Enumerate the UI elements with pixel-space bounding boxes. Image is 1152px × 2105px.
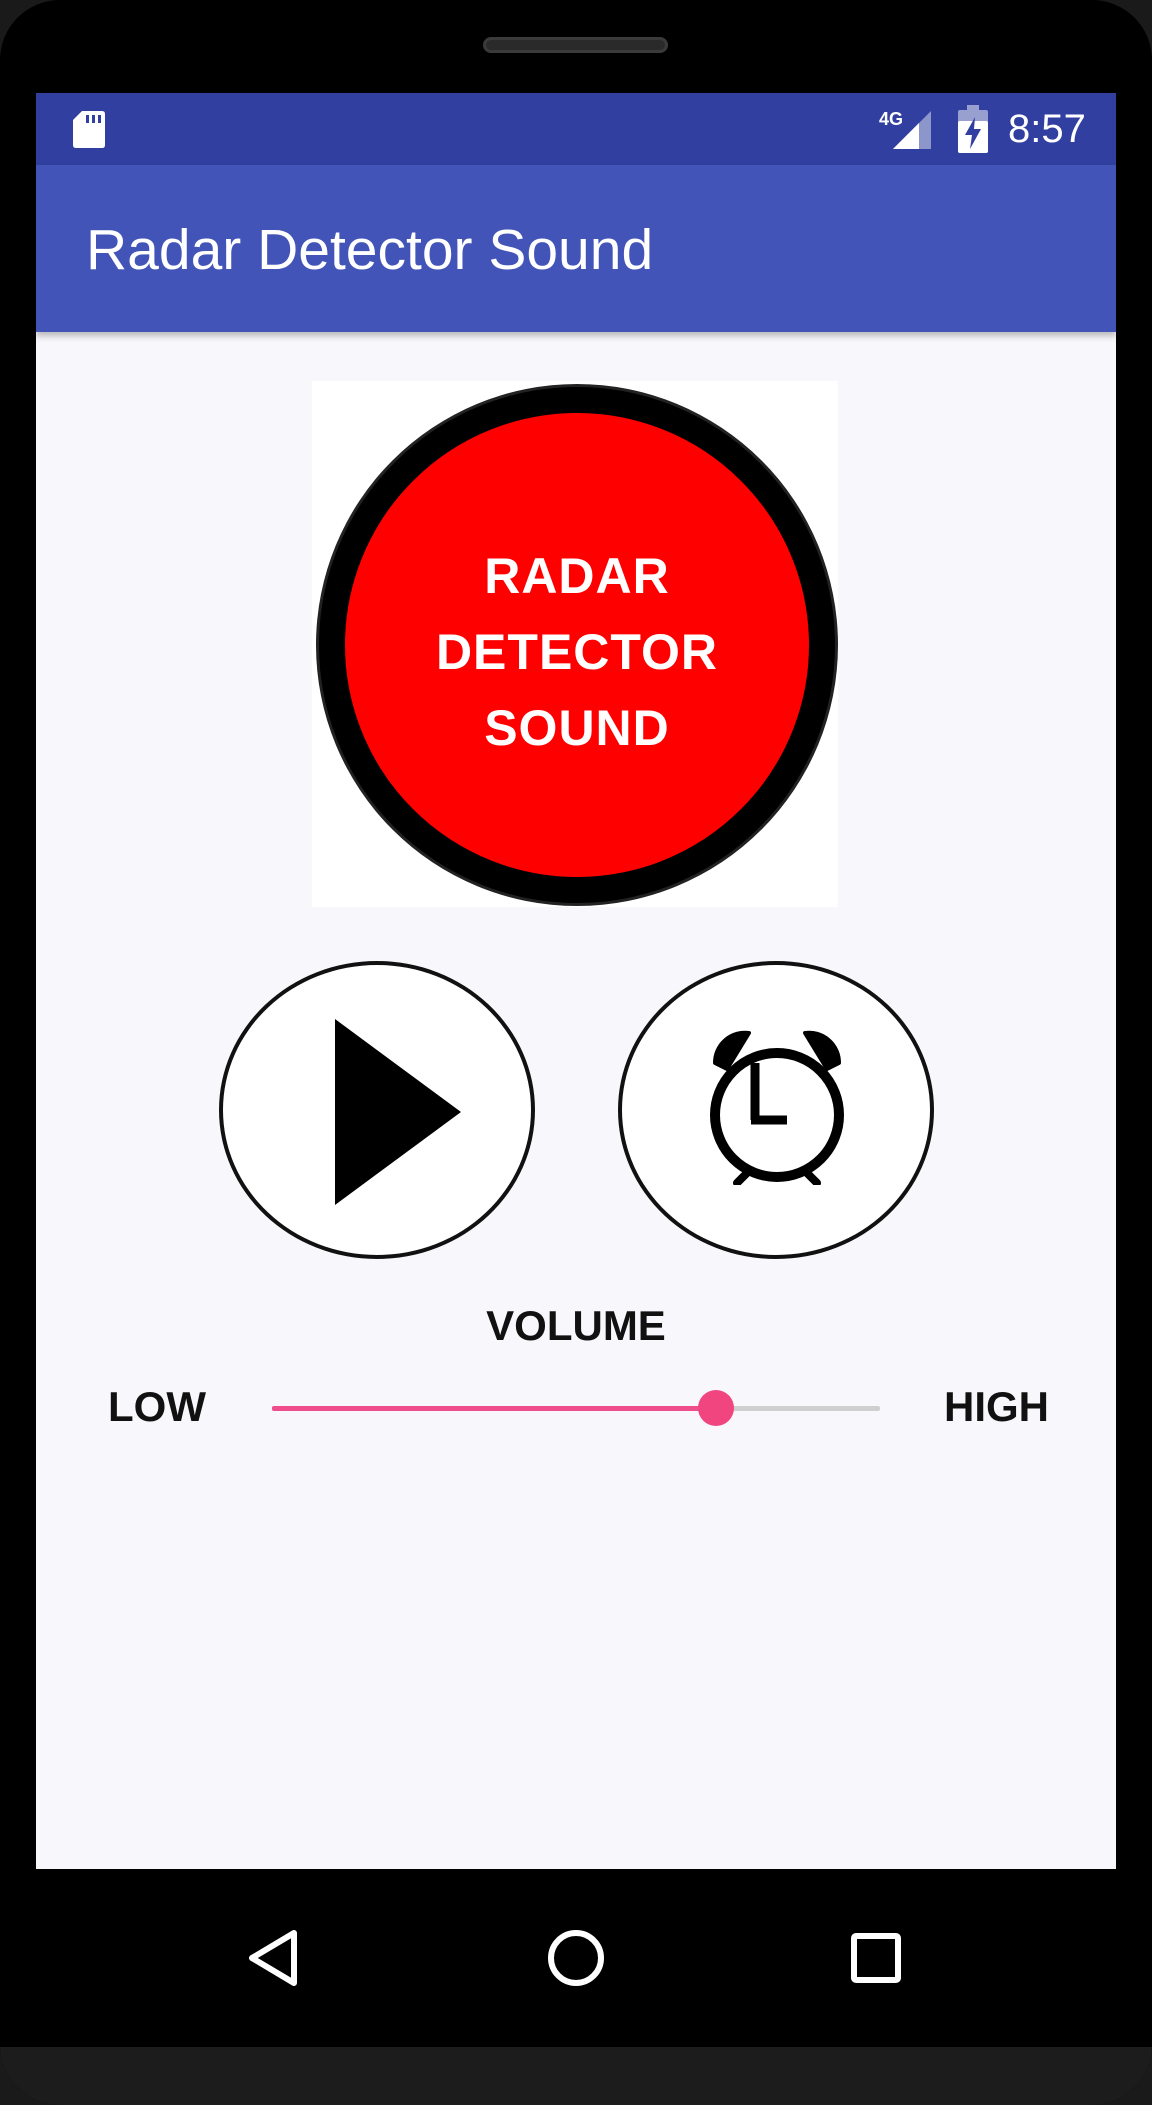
timer-button[interactable] — [618, 961, 934, 1259]
phone-frame: 4G 8:57 Radar Detector Sound RADAR DETEC… — [0, 0, 1152, 2105]
logo-line-1: RADAR — [484, 548, 670, 604]
app-title: Radar Detector Sound — [86, 218, 654, 282]
speaker-grille — [483, 37, 668, 53]
navigation-bar — [0, 1869, 1152, 2047]
volume-low-label: LOW — [108, 1383, 206, 1430]
volume-slider[interactable] — [272, 1390, 880, 1426]
screen: 4G 8:57 Radar Detector Sound RADAR DETEC… — [36, 93, 1116, 1869]
volume-high-label: HIGH — [944, 1383, 1049, 1430]
logo-red-circle: RADAR DETECTOR SOUND — [319, 387, 835, 903]
status-bar: 4G 8:57 — [36, 93, 1116, 165]
logo-line-3: SOUND — [484, 700, 670, 756]
alarm-clock-icon — [710, 1030, 844, 1185]
play-icon — [335, 1019, 461, 1205]
volume-label: VOLUME — [486, 1302, 666, 1349]
sd-card-icon — [73, 111, 105, 148]
signal-4g-icon: 4G — [879, 109, 931, 149]
radar-logo: RADAR DETECTOR SOUND — [312, 381, 838, 907]
phone-bottom-bezel — [0, 2047, 1152, 2105]
status-time: 8:57 — [1008, 107, 1086, 151]
recent-apps-icon[interactable] — [831, 1913, 921, 2003]
home-icon[interactable] — [531, 1913, 621, 2003]
play-button[interactable] — [219, 961, 535, 1259]
slider-fill — [272, 1406, 716, 1411]
app-bar: Radar Detector Sound — [36, 165, 1116, 332]
back-icon[interactable] — [232, 1913, 322, 2003]
slider-thumb[interactable] — [697, 1390, 734, 1426]
logo-line-2: DETECTOR — [435, 624, 719, 680]
svg-text:4G: 4G — [879, 109, 903, 129]
battery-charging-icon — [958, 105, 988, 153]
